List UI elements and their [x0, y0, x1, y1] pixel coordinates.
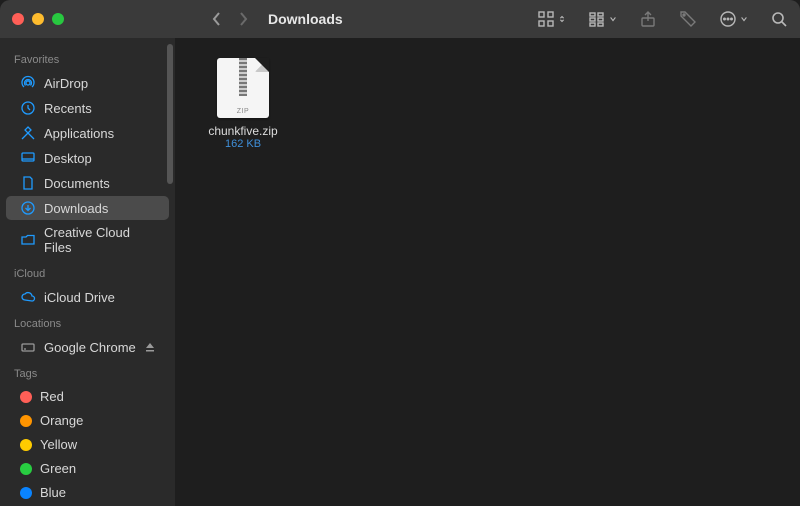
tag-button[interactable] — [679, 10, 697, 28]
sidebar-item-label: Desktop — [44, 151, 92, 166]
file-item[interactable]: ZIP chunkfive.zip 162 KB — [195, 58, 291, 150]
disk-icon — [20, 339, 36, 355]
sidebar-item-label: Blue — [40, 485, 66, 500]
file-grid[interactable]: ZIP chunkfive.zip 162 KB — [175, 38, 800, 506]
view-mode-button[interactable] — [537, 10, 566, 28]
desktop-icon — [20, 150, 36, 166]
section-header-tags: Tags — [0, 360, 175, 384]
grid-icon — [537, 10, 555, 28]
sidebar-item-applications[interactable]: Applications — [6, 121, 169, 145]
tag-dot-icon — [20, 463, 32, 475]
eject-icon[interactable] — [145, 340, 155, 355]
tag-icon — [679, 10, 697, 28]
sidebar-item-label: iCloud Drive — [44, 290, 115, 305]
apps-icon — [20, 125, 36, 141]
group-icon — [588, 10, 606, 28]
airdrop-icon — [20, 75, 36, 91]
sidebar-item-label: Red — [40, 389, 64, 404]
more-actions-button[interactable] — [719, 10, 748, 28]
sidebar-item-label: Recents — [44, 101, 92, 116]
sidebar-tag-yellow[interactable]: Yellow — [6, 433, 169, 456]
sidebar-item-label: Orange — [40, 413, 83, 428]
sidebar-tag-orange[interactable]: Orange — [6, 409, 169, 432]
tag-dot-icon — [20, 487, 32, 499]
sidebar-item-icloud-drive[interactable]: iCloud Drive — [6, 285, 169, 309]
sidebar-item-desktop[interactable]: Desktop — [6, 146, 169, 170]
nav-forward-button[interactable] — [238, 11, 248, 27]
nav-back-button[interactable] — [212, 11, 222, 27]
tag-dot-icon — [20, 391, 32, 403]
sidebar-item-airdrop[interactable]: AirDrop — [6, 71, 169, 95]
clock-icon — [20, 100, 36, 116]
section-header-icloud: iCloud — [0, 260, 175, 284]
sidebar-tag-red[interactable]: Red — [6, 385, 169, 408]
search-button[interactable] — [770, 10, 788, 28]
sidebar-item-label: Downloads — [44, 201, 108, 216]
sidebar: Favorites AirDrop Recents Applications D… — [0, 38, 175, 506]
close-window-button[interactable] — [12, 13, 24, 25]
sidebar-tag-blue[interactable]: Blue — [6, 481, 169, 504]
sidebar-tag-green[interactable]: Green — [6, 457, 169, 480]
chevron-down-icon — [740, 15, 748, 23]
file-size-label: 162 KB — [225, 138, 261, 150]
search-icon — [770, 10, 788, 28]
sidebar-item-documents[interactable]: Documents — [6, 171, 169, 195]
sidebar-item-label: Green — [40, 461, 76, 476]
file-name-label: chunkfive.zip — [208, 124, 277, 138]
zip-file-icon: ZIP — [217, 58, 269, 118]
sidebar-item-recents[interactable]: Recents — [6, 96, 169, 120]
section-header-favorites: Favorites — [0, 46, 175, 70]
sidebar-item-label: Applications — [44, 126, 114, 141]
titlebar: Downloads — [0, 0, 800, 38]
minimize-window-button[interactable] — [32, 13, 44, 25]
section-header-locations: Locations — [0, 310, 175, 334]
tag-dot-icon — [20, 415, 32, 427]
share-icon — [639, 10, 657, 28]
share-button[interactable] — [639, 10, 657, 28]
sidebar-item-label: Google Chrome — [44, 340, 136, 355]
sidebar-item-creative-cloud[interactable]: Creative Cloud Files — [6, 221, 169, 259]
cloud-icon — [20, 289, 36, 305]
sidebar-item-label: AirDrop — [44, 76, 88, 91]
file-ext-label: ZIP — [237, 108, 249, 115]
window-title: Downloads — [268, 11, 343, 27]
document-icon — [20, 175, 36, 191]
sidebar-item-google-chrome[interactable]: Google Chrome — [6, 335, 169, 359]
folder-icon — [20, 232, 36, 248]
maximize-window-button[interactable] — [52, 13, 64, 25]
group-by-button[interactable] — [588, 10, 617, 28]
window-controls — [12, 13, 64, 25]
chevron-down-icon — [609, 15, 617, 23]
sidebar-item-label: Yellow — [40, 437, 77, 452]
updown-icon — [558, 15, 566, 23]
sidebar-item-label: Documents — [44, 176, 110, 191]
tag-dot-icon — [20, 439, 32, 451]
more-icon — [719, 10, 737, 28]
sidebar-item-label: Creative Cloud Files — [44, 225, 155, 255]
download-icon — [20, 200, 36, 216]
sidebar-item-downloads[interactable]: Downloads — [6, 196, 169, 220]
sidebar-scrollbar[interactable] — [167, 44, 173, 184]
